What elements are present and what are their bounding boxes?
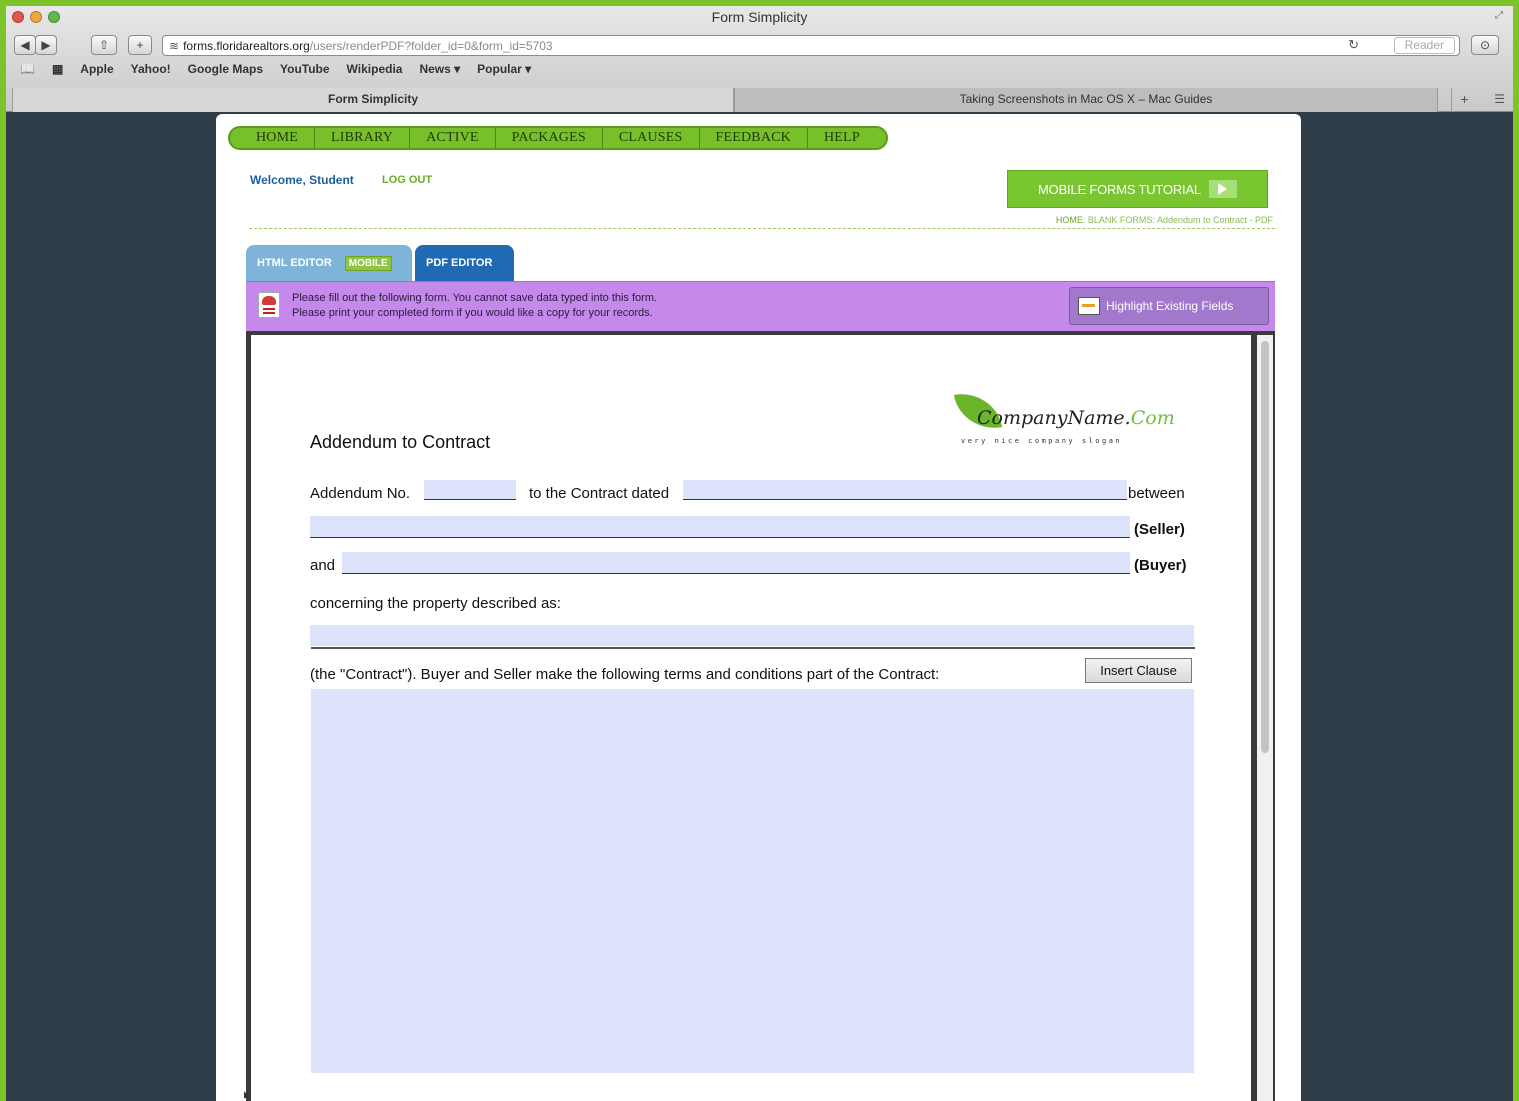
highlight-existing-fields-button[interactable]: Highlight Existing Fields — [1069, 287, 1269, 325]
logout-link[interactable]: LOG OUT — [382, 174, 432, 186]
fullscreen-icon[interactable]: ⤢ — [1495, 10, 1503, 21]
tab-form-simplicity[interactable]: Form Simplicity — [12, 88, 734, 112]
bookmark-youtube[interactable]: YouTube — [280, 62, 330, 76]
welcome-text: Welcome, Student — [250, 173, 354, 187]
top-sites-icon[interactable]: ▦ — [52, 62, 63, 76]
address-bar[interactable]: ≋ forms.floridarealtors.org /users/rende… — [162, 35, 1460, 56]
notice-line-1: Please fill out the following form. You … — [292, 292, 658, 304]
url-path: /users/renderPDF?folder_id=0&form_id=570… — [309, 38, 553, 53]
property-underline — [311, 647, 1195, 649]
property-field[interactable] — [310, 625, 1194, 646]
nav-clauses[interactable]: CLAUSES — [603, 128, 700, 148]
property-label: concerning the property described as: — [310, 595, 561, 612]
tutorial-label: MOBILE FORMS TUTORIAL — [1038, 181, 1201, 197]
bookmark-google-maps[interactable]: Google Maps — [188, 62, 263, 76]
pdf-scrollbar[interactable] — [1257, 335, 1273, 1101]
pdf-document: CompanyName.Com very nice company slogan… — [251, 335, 1251, 1101]
html-editor-label: HTML EDITOR — [257, 257, 332, 269]
logo-slogan: very nice company slogan — [961, 437, 1123, 445]
pdf-viewer: CompanyName.Com very nice company slogan… — [246, 331, 1275, 1101]
nav-packages[interactable]: PACKAGES — [496, 128, 603, 148]
form-title: Addendum to Contract — [310, 432, 491, 452]
breadcrumb-trail: : BLANK FORMS: Addendum to Contract - PD… — [1082, 215, 1273, 225]
and-label: and — [310, 557, 336, 574]
form-notice-bar: Please fill out the following form. You … — [246, 281, 1275, 331]
tab-list-icon[interactable]: ☰ — [1494, 88, 1505, 110]
buyer-field[interactable] — [342, 552, 1130, 574]
nav-help[interactable]: HELP — [808, 128, 876, 148]
seller-field[interactable] — [310, 516, 1130, 538]
terms-label: (the "Contract"). Buyer and Seller make … — [310, 666, 940, 683]
nav-active[interactable]: ACTIVE — [410, 128, 496, 148]
new-tab-button[interactable]: + — [128, 35, 152, 55]
mobile-badge[interactable]: MOBILE — [344, 255, 392, 271]
mobile-forms-tutorial-button[interactable]: MOBILE FORMS TUTORIAL — [1007, 170, 1268, 208]
site-favicon-icon: ≋ — [169, 38, 180, 53]
main-nav: HOME LIBRARY ACTIVE PACKAGES CLAUSES FEE… — [228, 126, 888, 150]
pdf-icon — [258, 292, 280, 318]
terms-textarea[interactable] — [311, 689, 1194, 1073]
resize-handle-icon[interactable]: ◣ — [244, 1089, 251, 1100]
back-button[interactable]: ◀ — [14, 35, 36, 55]
highlight-label: Highlight Existing Fields — [1106, 299, 1234, 313]
play-icon — [1208, 180, 1237, 198]
highlight-fields-icon — [1078, 297, 1100, 315]
tab-mac-guides[interactable]: Taking Screenshots in Mac OS X – Mac Gui… — [734, 88, 1438, 112]
buyer-label: (Buyer) — [1134, 557, 1187, 574]
bookmark-wikipedia[interactable]: Wikipedia — [347, 62, 403, 76]
browser-chrome: Form Simplicity ⤢ ◀ ▶ ⇧ + ≋ forms.florid… — [6, 6, 1513, 112]
seller-label: (Seller) — [1134, 521, 1185, 538]
bookmark-news[interactable]: News ▾ — [419, 62, 460, 76]
downloads-button[interactable]: ⊙ — [1471, 35, 1499, 55]
reading-list-icon[interactable]: 📖 — [20, 62, 35, 76]
breadcrumb-home[interactable]: HOME — [1056, 215, 1083, 225]
share-button[interactable]: ⇧ — [91, 35, 117, 55]
tab-html-editor[interactable]: HTML EDITOR MOBILE — [246, 245, 412, 281]
nav-feedback[interactable]: FEEDBACK — [700, 128, 808, 148]
browser-toolbar: ◀ ▶ ⇧ + ≋ forms.floridarealtors.org /use… — [6, 32, 1513, 58]
addendum-no-label: Addendum No. — [310, 485, 411, 502]
tab-bar: Form Simplicity Taking Screenshots in Ma… — [6, 88, 1513, 112]
contract-date-field[interactable] — [683, 480, 1127, 500]
reader-button[interactable]: Reader — [1393, 37, 1455, 54]
url-host: forms.floridarealtors.org — [183, 38, 310, 53]
reload-icon[interactable]: ↻ — [1348, 37, 1359, 53]
company-logo: CompanyName.Com very nice company slogan — [951, 385, 1175, 457]
bookmark-apple[interactable]: Apple — [80, 62, 113, 76]
nav-home[interactable]: HOME — [240, 128, 316, 148]
contract-dated-label: to the Contract dated — [529, 485, 670, 502]
between-label: between — [1128, 485, 1185, 502]
nav-library[interactable]: LIBRARY — [315, 128, 411, 148]
bookmark-yahoo[interactable]: Yahoo! — [131, 62, 171, 76]
add-tab-icon[interactable]: + — [1451, 88, 1477, 112]
notice-text: Please fill out the following form. You … — [292, 291, 657, 321]
insert-clause-button[interactable]: Insert Clause — [1085, 658, 1192, 683]
breadcrumb: HOME: BLANK FORMS: Addendum to Contract … — [1056, 215, 1273, 225]
forward-button[interactable]: ▶ — [35, 35, 57, 55]
tab-pdf-editor[interactable]: PDF EDITOR — [415, 245, 514, 281]
divider — [249, 228, 1275, 229]
logo-name: CompanyName.Com — [977, 407, 1175, 429]
scrollbar-thumb[interactable] — [1261, 341, 1269, 753]
notice-line-2: Please print your completed form if you … — [292, 307, 653, 319]
pdf-editor-label: PDF EDITOR — [426, 257, 493, 269]
bookmark-popular[interactable]: Popular ▾ — [477, 62, 531, 76]
web-page: HOME LIBRARY ACTIVE PACKAGES CLAUSES FEE… — [216, 114, 1301, 1101]
addendum-no-field[interactable] — [424, 480, 516, 500]
bookmarks-bar: 📖 ▦ Apple Yahoo! Google Maps YouTube Wik… — [20, 62, 531, 76]
browser-window: Form Simplicity ⤢ ◀ ▶ ⇧ + ≋ forms.florid… — [6, 6, 1513, 1101]
window-title: Form Simplicity — [711, 9, 808, 25]
